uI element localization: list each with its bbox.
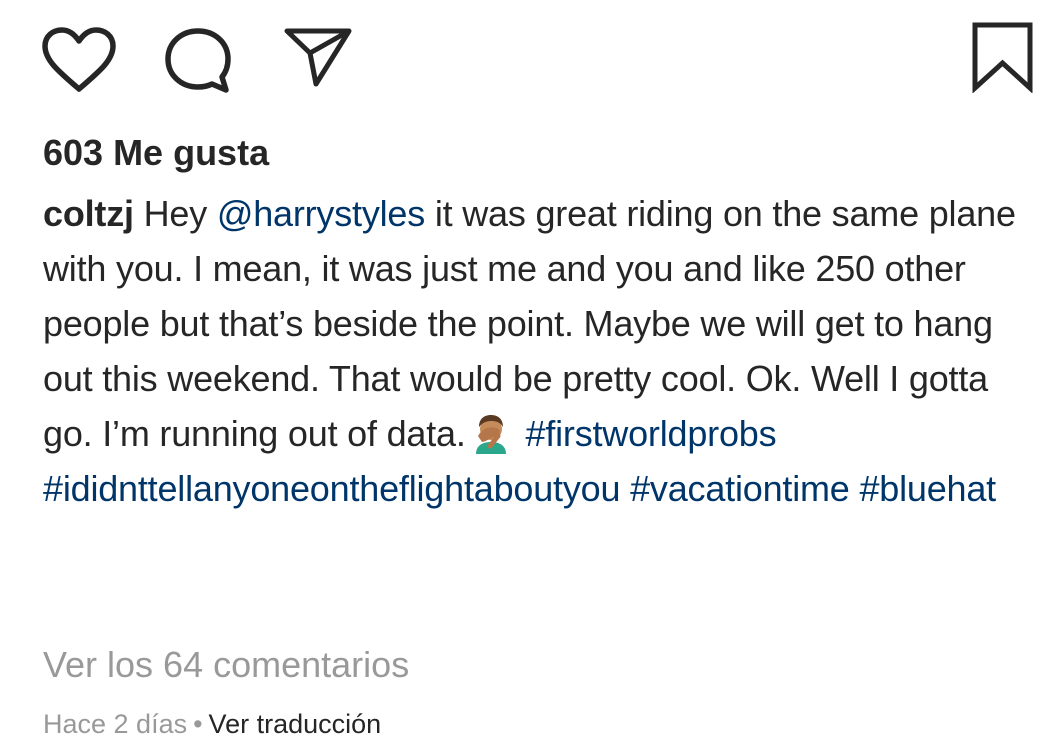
caption-username[interactable]: coltzj bbox=[43, 193, 134, 234]
caption-mention[interactable]: @harrystyles bbox=[217, 193, 425, 234]
bookmark-icon[interactable] bbox=[971, 21, 1035, 93]
action-bar bbox=[0, 0, 1064, 110]
hashtag-link[interactable]: #ididnttellanyoneontheflightaboutyou bbox=[43, 468, 620, 509]
hashtag-link[interactable]: #vacationtime bbox=[630, 468, 850, 509]
paper-plane-icon[interactable] bbox=[282, 26, 354, 90]
hashtag-link[interactable]: #bluehat bbox=[859, 468, 996, 509]
comment-icon[interactable] bbox=[162, 25, 234, 95]
meta-separator: • bbox=[193, 709, 203, 739]
post-meta: Hace 2 días • Ver traducción bbox=[43, 704, 381, 744]
view-comments-link[interactable]: Ver los 64 comentarios bbox=[43, 640, 409, 690]
facepalm-emoji bbox=[475, 415, 506, 454]
translate-link[interactable]: Ver traducción bbox=[209, 709, 382, 739]
heart-icon[interactable] bbox=[40, 25, 118, 95]
likes-count[interactable]: 603 Me gusta bbox=[43, 128, 269, 178]
post-caption: coltzj Hey @harrystyles it was great rid… bbox=[43, 186, 1033, 516]
caption-text: Hey bbox=[143, 193, 208, 234]
post-timestamp: Hace 2 días bbox=[43, 709, 188, 739]
hashtag-link[interactable]: #firstworldprobs bbox=[526, 413, 777, 454]
